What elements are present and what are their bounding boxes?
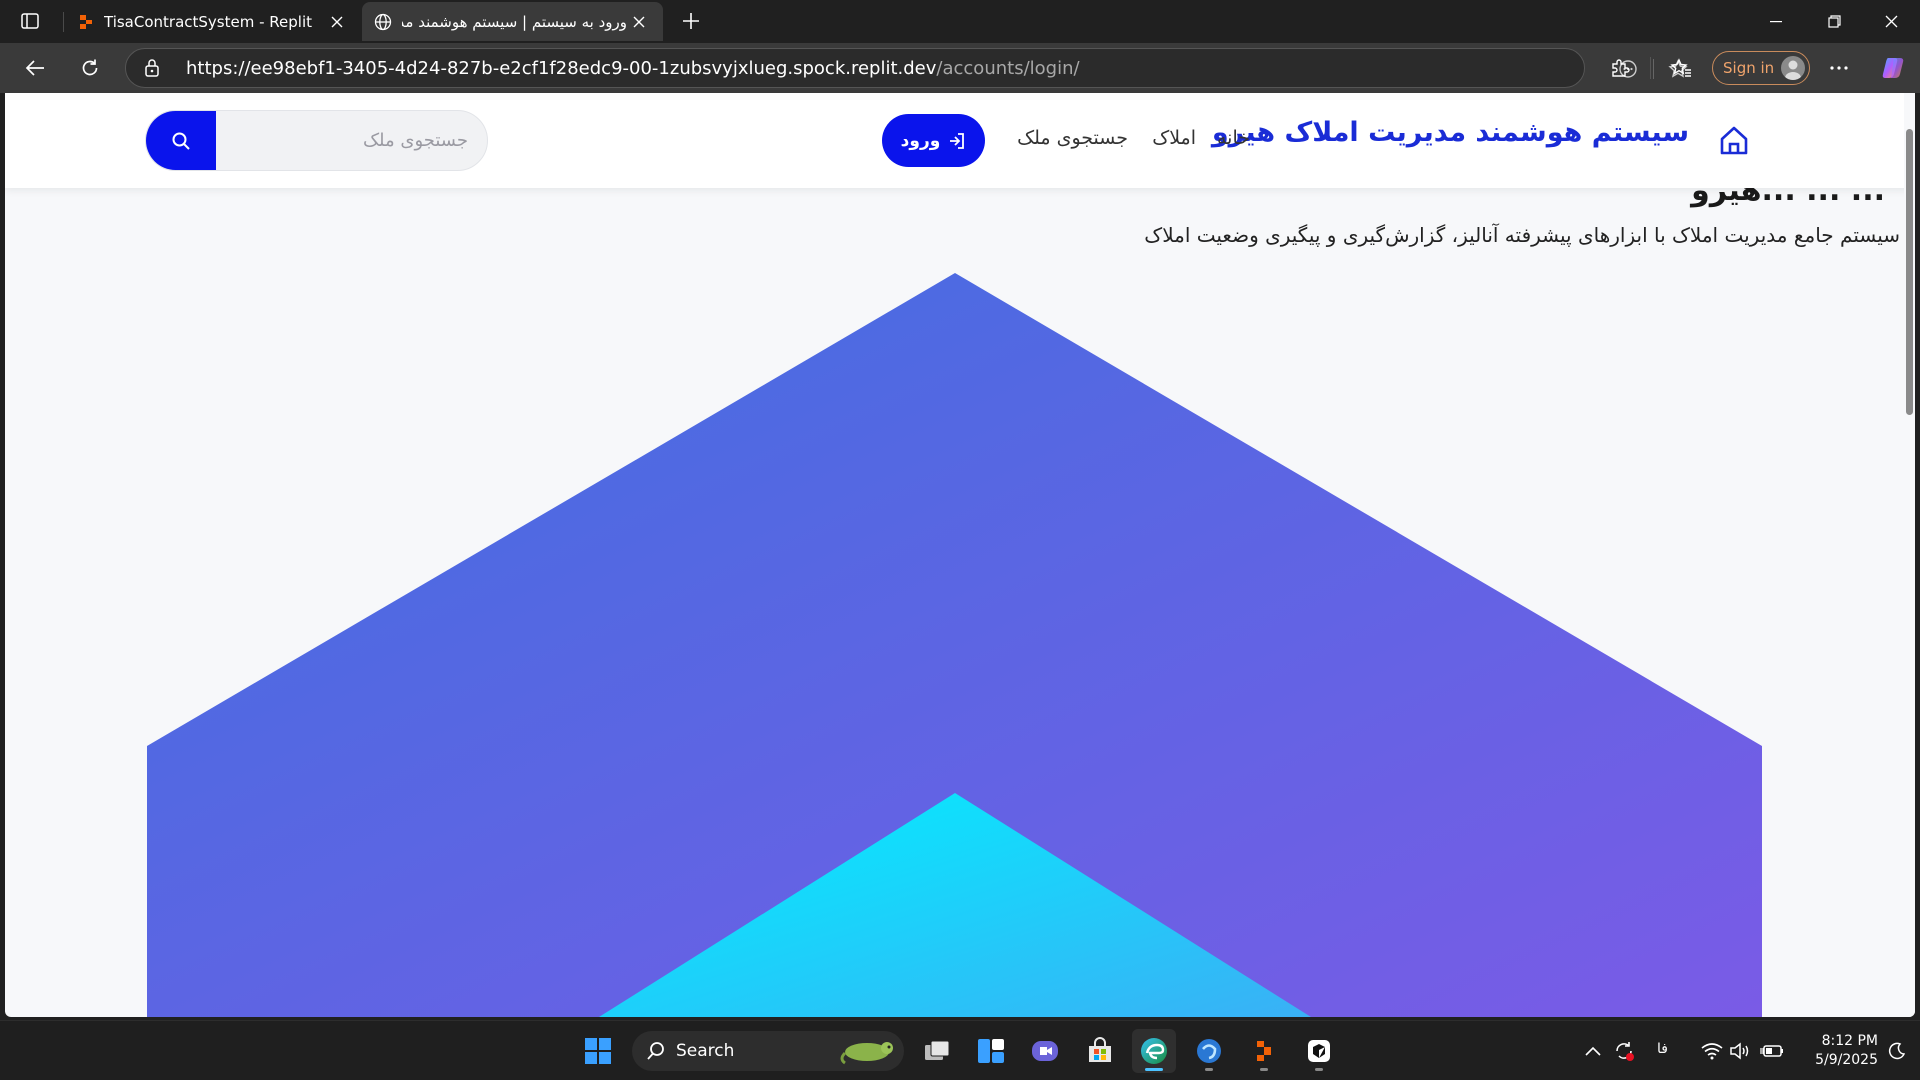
system-clock[interactable]: 8:12 PM 5/9/2025 <box>1802 1032 1878 1070</box>
page-viewport: ... ... ...هیرو سیستم جامع مدیریت املاک … <box>5 93 1915 1017</box>
toolbar-separator <box>1650 57 1651 79</box>
replit-icon[interactable] <box>1242 1029 1286 1073</box>
property-search <box>145 110 488 171</box>
language-indicator[interactable]: فا <box>1657 1041 1668 1057</box>
start-icon[interactable] <box>576 1029 620 1073</box>
running-indicator <box>1205 1068 1213 1071</box>
refresh-icon[interactable] <box>72 51 108 85</box>
scrollbar-thumb[interactable] <box>1906 129 1913 415</box>
wifi-icon[interactable] <box>1700 1039 1724 1063</box>
replit-favicon-icon <box>78 14 94 30</box>
close-icon[interactable] <box>627 10 651 34</box>
chameleon-icon <box>837 1035 901 1067</box>
url-host: https://ee98ebf1-3405-4d24-827b-e2cf1f28… <box>186 58 937 79</box>
tab-login[interactable]: ورود به سیستم | سیستم هوشمند مد <box>362 2 663 41</box>
close-window-icon[interactable] <box>1863 0 1919 43</box>
taskbar-search-label: Search <box>676 1041 735 1061</box>
close-icon[interactable] <box>325 10 349 34</box>
clock-time: 8:12 PM <box>1821 1033 1878 1049</box>
site-navbar: سیستم هوشمند مدیریت املاک هیرو خانه املا… <box>5 93 1915 188</box>
teams-icon[interactable] <box>1023 1029 1067 1073</box>
widgets-icon[interactable] <box>969 1029 1013 1073</box>
browser-icon[interactable] <box>1187 1029 1231 1073</box>
new-tab-icon[interactable] <box>676 6 706 36</box>
store-icon[interactable] <box>1078 1029 1122 1073</box>
favorites-icon[interactable] <box>1666 53 1696 83</box>
url-path: /accounts/login/ <box>936 58 1080 79</box>
app-icon[interactable] <box>1297 1029 1341 1073</box>
browser-tab-bar: TisaContractSystem - Replit ورود به سیست… <box>0 0 1920 43</box>
tab-actions-icon[interactable] <box>10 6 50 36</box>
sync-icon[interactable] <box>1612 1039 1636 1063</box>
tab-replit[interactable]: TisaContractSystem - Replit <box>66 2 361 41</box>
site-brand[interactable]: سیستم هوشمند مدیریت املاک هیرو <box>1212 117 1689 148</box>
home-icon[interactable] <box>1717 124 1751 158</box>
page-scrollbar[interactable] <box>1904 93 1915 1017</box>
hero-description: سیستم جامع مدیریت املاک با ابزارهای پیشر… <box>1144 223 1900 247</box>
active-indicator <box>1145 1068 1163 1071</box>
sign-in-button[interactable]: Sign in <box>1712 51 1810 85</box>
volume-icon[interactable] <box>1728 1039 1752 1063</box>
globe-icon <box>374 13 392 31</box>
omnibox-separator <box>1653 59 1654 79</box>
login-icon <box>948 132 966 150</box>
tab-title: ورود به سیستم | سیستم هوشمند مد <box>402 12 627 31</box>
extensions-icon[interactable] <box>1605 53 1635 83</box>
url-text: https://ee98ebf1-3405-4d24-827b-e2cf1f28… <box>186 58 1080 79</box>
nav-link-search[interactable]: جستجوی ملک <box>1017 127 1128 149</box>
lock-icon[interactable] <box>144 58 160 78</box>
taskbar-search[interactable]: Search <box>632 1031 904 1071</box>
battery-icon[interactable] <box>1760 1039 1784 1063</box>
search-button[interactable] <box>146 111 216 170</box>
browser-toolbar: https://ee98ebf1-3405-4d24-827b-e2cf1f28… <box>0 43 1920 93</box>
running-indicator <box>1260 1068 1268 1071</box>
sign-in-label: Sign in <box>1723 59 1775 77</box>
back-icon[interactable] <box>17 51 53 85</box>
login-button[interactable]: ورود <box>882 114 985 167</box>
search-icon <box>646 1041 666 1061</box>
search-input[interactable] <box>216 111 476 170</box>
tab-separator <box>63 12 64 32</box>
tab-title: TisaContractSystem - Replit <box>104 12 313 31</box>
copilot-icon[interactable] <box>1878 53 1908 83</box>
do-not-disturb-icon[interactable] <box>1885 1039 1909 1063</box>
address-bar[interactable]: https://ee98ebf1-3405-4d24-827b-e2cf1f28… <box>125 48 1688 88</box>
minimize-icon[interactable] <box>1748 0 1804 43</box>
login-label: ورود <box>900 130 941 151</box>
task-view-icon[interactable] <box>915 1029 959 1073</box>
profile-avatar-icon <box>1781 56 1805 80</box>
more-options-icon[interactable] <box>1824 53 1854 83</box>
clock-date: 5/9/2025 <box>1815 1052 1878 1068</box>
running-indicator <box>1315 1068 1323 1071</box>
search-icon <box>172 132 190 150</box>
nav-link-properties[interactable]: املاک <box>1152 127 1196 149</box>
nav-link-home[interactable]: خانه <box>1217 127 1250 149</box>
chevron-up-icon[interactable] <box>1581 1039 1605 1063</box>
restore-icon[interactable] <box>1806 0 1862 43</box>
edge-icon[interactable] <box>1132 1029 1176 1073</box>
taskbar: Search فا 8:12 PM 5/9/2025 <box>0 1020 1920 1080</box>
